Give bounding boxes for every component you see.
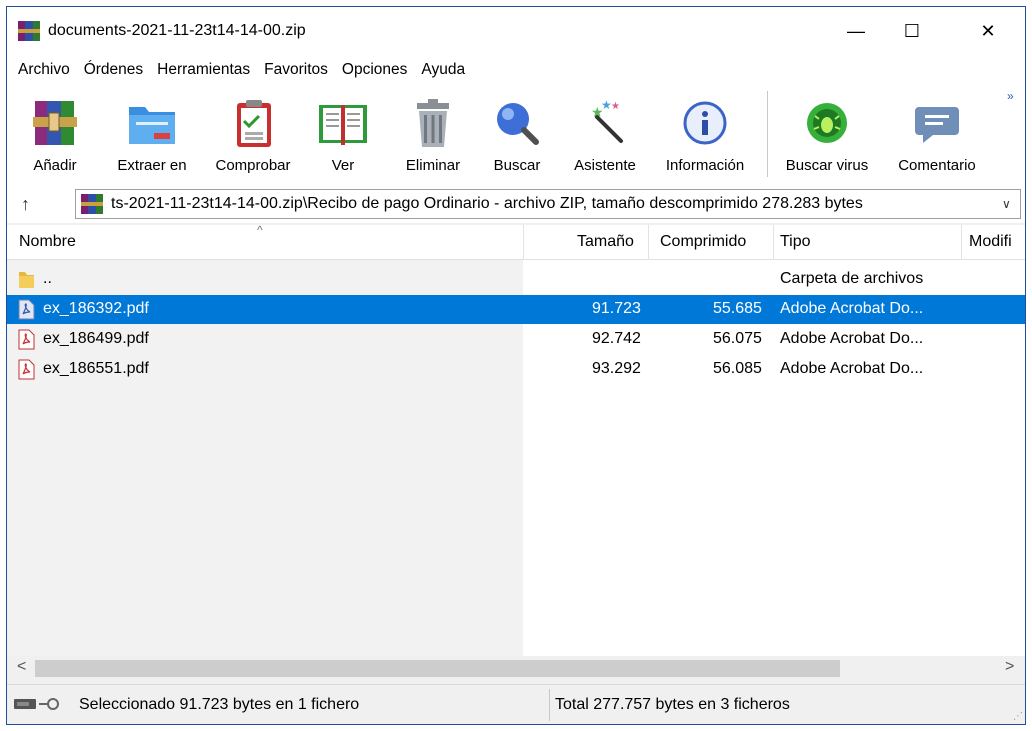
- row-size: 93.292: [592, 360, 641, 377]
- column-header-size[interactable]: Tamaño: [577, 233, 634, 251]
- status-divider: [549, 689, 550, 721]
- winrar-app-icon: [18, 21, 40, 41]
- toolbar-separator: [767, 91, 768, 177]
- file-list: ^ Nombre Tamaño Comprimido Tipo Modifi .…: [7, 223, 1025, 656]
- row-packed: 55.685: [713, 300, 762, 317]
- pdf-icon: [18, 329, 35, 350]
- scroll-right-icon[interactable]: >: [1005, 658, 1014, 676]
- row-name: ex_186499.pdf: [43, 330, 149, 347]
- menu-favoritos[interactable]: Favoritos: [257, 61, 335, 79]
- status-selection: Seleccionado 91.723 bytes en 1 fichero: [79, 696, 360, 713]
- info-label: Información: [665, 157, 745, 174]
- extract-folder-icon: [129, 107, 175, 144]
- folder-icon: [19, 272, 34, 288]
- status-total: Total 277.757 bytes en 3 ficheros: [555, 696, 790, 713]
- menu-archivo[interactable]: Archivo: [11, 61, 77, 79]
- toolbar-overflow-button[interactable]: »: [1007, 89, 1014, 103]
- wizard-wand-icon: ★ ★ ★: [591, 98, 623, 143]
- find-label: Buscar: [493, 157, 541, 174]
- delete-button[interactable]: Eliminar: [393, 89, 473, 181]
- list-row-file[interactable]: ex_186392.pdf 91.723 55.685 Adobe Acroba…: [7, 295, 1025, 324]
- address-dropdown-button[interactable]: ∨: [1002, 197, 1020, 211]
- magnifier-icon: [497, 103, 539, 145]
- menu-bar: Archivo Órdenes Herramientas Favoritos O…: [7, 55, 1025, 85]
- pdf-icon: [18, 359, 35, 380]
- address-bar[interactable]: ts-2021-11-23t14-14-00.zip\Recibo de pag…: [75, 189, 1021, 219]
- extract-button[interactable]: Extraer en: [107, 89, 197, 181]
- column-header-name[interactable]: Nombre: [19, 233, 76, 251]
- up-folder-button[interactable]: ↑: [21, 194, 30, 215]
- column-divider[interactable]: [773, 225, 774, 260]
- trash-icon: [417, 99, 449, 147]
- column-header-modified[interactable]: Modifi: [969, 233, 1012, 251]
- row-type: Adobe Acrobat Do...: [780, 360, 924, 377]
- list-row-file[interactable]: ex_186551.pdf 93.292 56.085 Adobe Acroba…: [7, 355, 1025, 384]
- list-row-file[interactable]: ex_186499.pdf 92.742 56.075 Adobe Acroba…: [7, 325, 1025, 354]
- drive-key-icon: [14, 698, 59, 710]
- column-divider[interactable]: [648, 225, 649, 260]
- column-divider[interactable]: [523, 225, 524, 260]
- archive-icon: [81, 194, 103, 214]
- view-button[interactable]: Ver: [315, 89, 371, 181]
- comment-icon: [915, 107, 959, 143]
- view-book-icon: [319, 105, 367, 145]
- menu-ayuda[interactable]: Ayuda: [414, 61, 472, 79]
- test-clipboard-icon: [237, 100, 271, 147]
- info-button[interactable]: Información: [653, 89, 757, 181]
- minimize-button[interactable]: —: [833, 7, 879, 55]
- delete-label: Eliminar: [405, 157, 461, 174]
- menu-herramientas[interactable]: Herramientas: [150, 61, 257, 79]
- maximize-button[interactable]: ☐: [889, 7, 935, 55]
- address-path: ts-2021-11-23t14-14-00.zip\Recibo de pag…: [111, 195, 863, 212]
- row-packed: 56.085: [713, 360, 762, 377]
- window-title: documents-2021-11-23t14-14-00.zip: [48, 22, 306, 39]
- virus-scan-label: Buscar virus: [785, 157, 869, 174]
- add-archive-icon: [33, 101, 77, 145]
- row-size: 92.742: [592, 330, 641, 347]
- row-name: ..: [43, 270, 52, 287]
- menu-opciones[interactable]: Opciones: [335, 61, 414, 79]
- virus-scan-icon: [807, 103, 847, 143]
- row-name: ex_186551.pdf: [43, 360, 149, 377]
- address-row: ↑ ts-2021-11-23t14-14-00.zip\Recibo de p…: [7, 185, 1025, 223]
- winrar-window: documents-2021-11-23t14-14-00.zip — ☐ ✕ …: [6, 6, 1026, 725]
- scroll-left-icon[interactable]: <: [17, 658, 26, 676]
- test-label: Comprobar: [215, 157, 291, 174]
- pdf-icon: [18, 299, 35, 320]
- add-button[interactable]: Añadir: [25, 89, 85, 181]
- row-type: Adobe Acrobat Do...: [780, 300, 924, 317]
- wizard-button[interactable]: ★ ★ ★ Asistente: [565, 89, 645, 181]
- close-button[interactable]: ✕: [965, 7, 1011, 55]
- row-type: Adobe Acrobat Do...: [780, 330, 924, 347]
- resize-grip-icon[interactable]: ⋰: [1013, 711, 1023, 722]
- column-divider[interactable]: [961, 225, 962, 260]
- virus-scan-button[interactable]: Buscar virus: [777, 89, 877, 181]
- status-bar: Seleccionado 91.723 bytes en 1 fichero T…: [7, 684, 1025, 724]
- add-label: Añadir: [33, 157, 77, 174]
- test-button[interactable]: Comprobar: [203, 89, 303, 181]
- comment-label: Comentario: [898, 157, 976, 174]
- row-size: 91.723: [592, 300, 641, 317]
- sort-ascending-icon: ^: [257, 223, 263, 237]
- wizard-label: Asistente: [574, 157, 636, 174]
- menu-ordenes[interactable]: Órdenes: [77, 61, 150, 79]
- list-row-parent-folder[interactable]: .. Carpeta de archivos: [7, 265, 1025, 294]
- scroll-thumb[interactable]: [35, 660, 840, 677]
- row-name: ex_186392.pdf: [43, 300, 149, 317]
- extract-label: Extraer en: [117, 157, 187, 174]
- find-button[interactable]: Buscar: [485, 89, 549, 181]
- comment-button[interactable]: Comentario: [887, 89, 987, 181]
- column-header-packed[interactable]: Comprimido: [660, 233, 746, 251]
- horizontal-scrollbar[interactable]: < >: [7, 656, 1025, 680]
- view-label: Ver: [331, 157, 355, 174]
- row-packed: 56.075: [713, 330, 762, 347]
- list-header: ^ Nombre Tamaño Comprimido Tipo Modifi: [7, 223, 1025, 260]
- row-type: Carpeta de archivos: [780, 270, 924, 287]
- title-bar[interactable]: documents-2021-11-23t14-14-00.zip — ☐ ✕: [7, 7, 1025, 55]
- info-icon: [683, 101, 727, 145]
- toolbar: Añadir Extraer en Comprobar Ver Eliminar…: [7, 85, 1025, 185]
- svg-text:★: ★: [611, 101, 620, 112]
- column-header-type[interactable]: Tipo: [780, 233, 811, 251]
